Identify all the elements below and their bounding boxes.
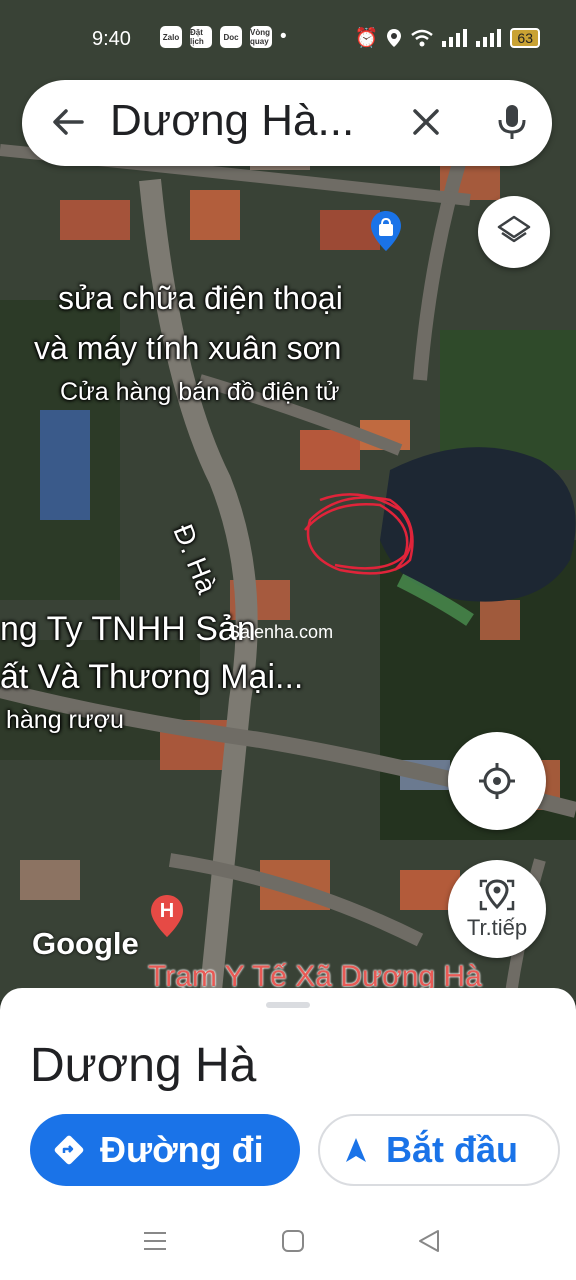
- system-navigation-bar: [0, 1218, 576, 1280]
- back-icon[interactable]: [416, 1228, 442, 1259]
- search-bar[interactable]: Dương Hà...: [22, 80, 552, 166]
- signal-icon: [476, 29, 502, 47]
- layers-icon: [497, 215, 531, 243]
- signal-icon: [442, 29, 468, 47]
- navigation-arrow-icon: [346, 1138, 366, 1162]
- home-icon[interactable]: [280, 1228, 306, 1259]
- hospital-marker-letter: H: [159, 900, 175, 922]
- google-logo: Google: [32, 926, 139, 961]
- poi-name-line2[interactable]: và máy tính xuân sơn: [34, 330, 341, 367]
- company-name-line2[interactable]: ất Và Thương Mại...: [0, 658, 303, 697]
- search-query[interactable]: Dương Hà...: [110, 96, 354, 146]
- shopping-pin-icon[interactable]: [370, 210, 402, 252]
- start-button-label: Bắt đầu: [386, 1129, 519, 1170]
- navigation-pin-icon: [479, 879, 515, 911]
- notification-dot-icon: •: [280, 26, 287, 47]
- my-location-button[interactable]: [448, 732, 546, 830]
- status-time: 9:40: [92, 28, 131, 50]
- close-icon[interactable]: [406, 102, 446, 142]
- microphone-icon[interactable]: [490, 100, 534, 144]
- map-view[interactable]: 9:40 Zalo Đặt lịch Doc Vòng quay • ⏰ 63 …: [0, 0, 576, 1000]
- company-category: hàng rượu: [6, 706, 124, 734]
- battery-level: 63: [510, 28, 540, 48]
- start-button[interactable]: Bắt đầu: [318, 1114, 560, 1186]
- directions-fab[interactable]: Tr.tiếp: [448, 860, 546, 958]
- back-arrow-icon[interactable]: [48, 102, 88, 142]
- place-title: Dương Hà: [30, 1039, 257, 1092]
- recents-icon[interactable]: [142, 1228, 168, 1259]
- directions-fab-label: Tr.tiếp: [466, 915, 528, 940]
- status-bar: 9:40 Zalo Đặt lịch Doc Vòng quay • ⏰ 63: [0, 0, 576, 78]
- game-app-icon: Vòng quay: [250, 26, 272, 48]
- poi-name-line1[interactable]: sửa chữa điện thoại: [58, 280, 343, 317]
- layers-button[interactable]: [478, 196, 550, 268]
- poi-category: Cửa hàng bán đồ điện tử: [60, 378, 340, 406]
- directions-button[interactable]: Đường đi: [30, 1114, 300, 1186]
- directions-icon: [54, 1135, 84, 1165]
- directions-button-label: Đường đi: [100, 1129, 264, 1170]
- watermark: Salenha.com: [228, 622, 334, 642]
- document-app-icon: Doc: [220, 26, 242, 48]
- alarm-icon: ⏰: [354, 28, 379, 49]
- calendar-app-icon: Đặt lịch: [190, 26, 212, 48]
- hospital-pin-icon[interactable]: H: [150, 894, 184, 938]
- drag-handle[interactable]: [266, 1002, 310, 1008]
- company-name-line1[interactable]: ng Ty TNHH Sản: [0, 610, 256, 649]
- zalo-app-icon: Zalo: [160, 26, 182, 48]
- wifi-icon: [411, 29, 434, 47]
- location-icon: [387, 29, 402, 47]
- crosshair-icon: [479, 763, 515, 799]
